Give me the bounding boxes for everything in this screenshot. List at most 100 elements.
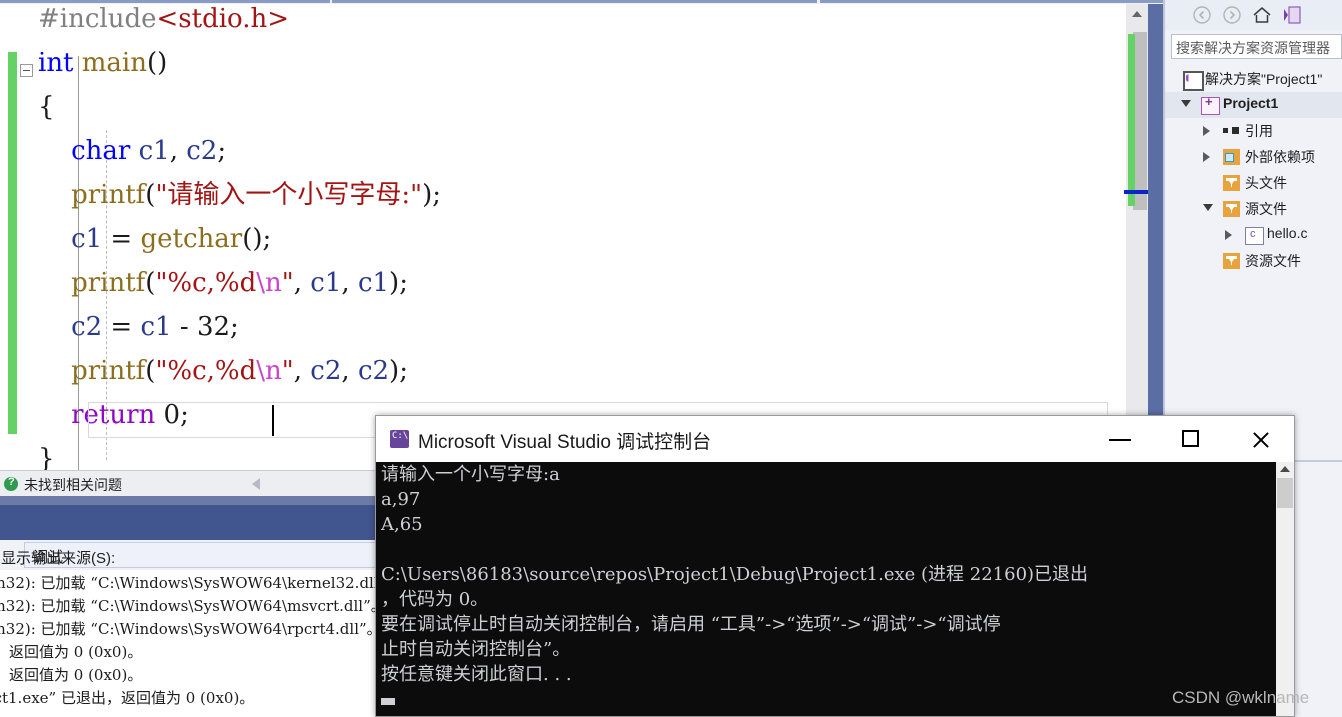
home-icon[interactable] [1251, 4, 1273, 26]
solution-explorer-tree: 解决方案"Project1" Project1 引用外部依赖项头文件源文件 hello… [1165, 66, 1342, 296]
sidebar-item-label: 源文件 [1245, 201, 1287, 217]
back-arrow-icon[interactable] [1191, 4, 1213, 26]
console-title-text: Microsoft Visual Studio 调试控制台 [418, 432, 712, 453]
fold-toggle-main[interactable] [20, 64, 33, 77]
code-token: { [38, 92, 55, 122]
sidebar-item-0[interactable]: 解决方案"Project1" [1165, 66, 1342, 92]
chevron-down-icon[interactable] [1181, 100, 1191, 107]
watermark: CSDN @wklname [1172, 688, 1310, 707]
chevron-right-icon[interactable] [1225, 230, 1232, 240]
sidebar-item-1[interactable]: Project1 [1165, 92, 1342, 118]
proj-icon [1201, 94, 1220, 115]
sln-icon [1183, 71, 1204, 91]
sidebar-item-label: 引用 [1245, 123, 1273, 139]
output-source-value: 调试 [33, 549, 64, 566]
folderF-icon [1223, 201, 1240, 217]
code-line: c1 = getchar(); [38, 224, 271, 254]
code-token: , [293, 356, 311, 386]
sidebar-item-label: hello.c [1267, 225, 1308, 241]
sidebar-item-2[interactable]: 引用 [1165, 118, 1342, 144]
code-token: \n [256, 268, 282, 298]
console-scrollbar[interactable] [1276, 462, 1294, 716]
search-placeholder: 搜索解决方案资源管理器 [1176, 40, 1330, 56]
code-token: ( [145, 180, 156, 210]
refs-icon [1223, 123, 1240, 139]
console-output-area[interactable]: 请输入一个小写字母:a a,97 A,65 C:\Users\86183\sourc… [376, 462, 1276, 716]
console-icon-text: C:\ [392, 431, 409, 441]
code-token: ); [389, 356, 408, 386]
frame-seg-2 [332, 0, 817, 3]
console-line: 请输入一个小写字母:a [381, 464, 560, 485]
code-token: c1 [71, 224, 103, 254]
solution-view-icon[interactable] [1281, 4, 1303, 26]
console-title-bar[interactable]: C:\ Microsoft Visual Studio 调试控制台 [376, 416, 1294, 462]
code-token: ; [230, 312, 239, 342]
cfile-icon [1245, 227, 1264, 245]
sidebar-item-7[interactable]: 资源文件 [1165, 248, 1342, 274]
sidebar-item-6[interactable]: hello.c [1165, 222, 1342, 248]
code-token: , [341, 268, 358, 298]
code-token: \n [256, 356, 282, 386]
sidebar-item-label: 头文件 [1245, 175, 1287, 191]
sidebar-item-label: 外部依赖项 [1245, 149, 1315, 165]
console-lines: 请输入一个小写字母:a a,97 A,65 C:\Users\86183\sourc… [376, 462, 1276, 687]
folderblue-icon [1223, 149, 1240, 165]
maximize-icon [1182, 430, 1199, 447]
code-token: ); [422, 180, 442, 210]
code-line: char c1, c2; [38, 136, 226, 166]
console-scroll-thumb[interactable] [1277, 478, 1293, 508]
code-editor[interactable]: #include<stdio.h> int main() { char c1, c2… [0, 4, 1126, 470]
code-line: #include<stdio.h> [38, 4, 289, 34]
error-list-message: 未找到相关问题 [24, 477, 122, 493]
console-line: A,65 [381, 514, 423, 535]
code-line: printf("请输入一个小写字母:"); [38, 180, 441, 210]
debug-console-window[interactable]: C:\ Microsoft Visual Studio 调试控制台 请输入一个小… [375, 415, 1295, 717]
code-token: , [341, 356, 358, 386]
close-button[interactable] [1225, 416, 1295, 462]
code-token: " [281, 356, 294, 386]
code-token: <stdio.h> [156, 4, 290, 34]
code-line: c2 = c1 - 32; [38, 312, 239, 342]
code-line: printf("%c,%d\n", c1, c1); [38, 268, 408, 298]
chevron-right-icon[interactable] [1203, 152, 1210, 162]
code-token: getchar [140, 224, 243, 254]
code-line: } [38, 444, 55, 470]
code-token: "%c,%d [155, 356, 257, 386]
code-token: (); [242, 224, 272, 254]
code-token: "请输入一个小写字母:" [155, 180, 423, 210]
text-caret [272, 405, 274, 436]
sidebar-item-4[interactable]: 头文件 [1165, 170, 1342, 196]
console-app-icon: C:\ [390, 430, 409, 448]
code-token: int [38, 48, 74, 78]
code-line: printf("%c,%d\n", c2, c2); [38, 356, 408, 386]
solution-explorer-search-input[interactable]: 搜索解决方案资源管理器 [1171, 34, 1342, 59]
sidebar-item-3[interactable]: 外部依赖项 [1165, 144, 1342, 170]
chevron-down-icon[interactable] [1203, 204, 1213, 211]
maximize-button[interactable] [1155, 416, 1225, 462]
sidebar-item-5[interactable]: 源文件 [1165, 196, 1342, 222]
code-token: ( [145, 356, 156, 386]
code-token: c2 [357, 356, 390, 386]
code-token: "%c,%d [155, 268, 257, 298]
console-line: a,97 [381, 489, 421, 510]
scrollbar-change-marker [1128, 34, 1135, 206]
scroll-up-arrow-icon[interactable] [1129, 6, 1145, 22]
console-scroll-up-icon[interactable] [1280, 466, 1290, 472]
chevron-right-icon[interactable] [1203, 126, 1210, 136]
console-line: 按任意键关闭此窗口. . . [381, 664, 572, 685]
editor-scroll-thumb[interactable] [1133, 32, 1147, 210]
code-token: ( [145, 268, 156, 298]
collapse-arrow-icon[interactable] [252, 478, 260, 490]
code-token: , [169, 136, 187, 166]
sidebar-item-label: 解决方案"Project1" [1205, 71, 1323, 87]
minimize-button[interactable] [1085, 416, 1155, 462]
forward-arrow-icon[interactable] [1221, 4, 1243, 26]
code-token: } [38, 444, 55, 470]
code-token: () [147, 48, 168, 78]
